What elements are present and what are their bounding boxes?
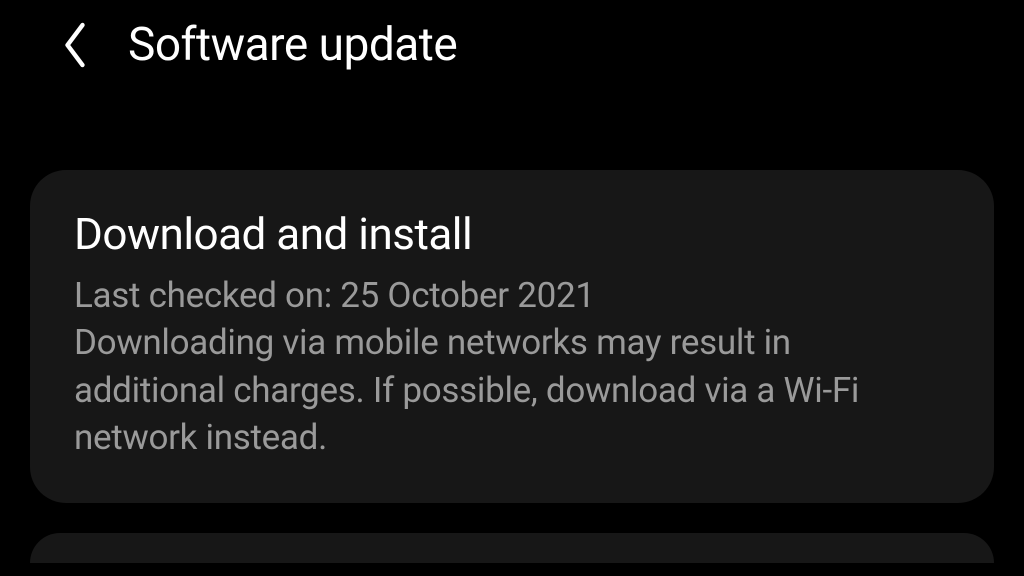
card-title: Download and install [74, 208, 950, 260]
header: Software update [0, 0, 1024, 90]
next-card-peek [30, 533, 994, 563]
back-icon[interactable] [60, 20, 90, 70]
content: Download and install Last checked on: 25… [0, 90, 1024, 563]
last-checked-text: Last checked on: 25 October 2021 [74, 275, 595, 316]
card-subtitle: Last checked on: 25 October 2021 Downloa… [74, 272, 950, 461]
warning-text: Downloading via mobile networks may resu… [74, 322, 859, 458]
page-title: Software update [128, 18, 457, 72]
download-install-card[interactable]: Download and install Last checked on: 25… [30, 170, 994, 503]
